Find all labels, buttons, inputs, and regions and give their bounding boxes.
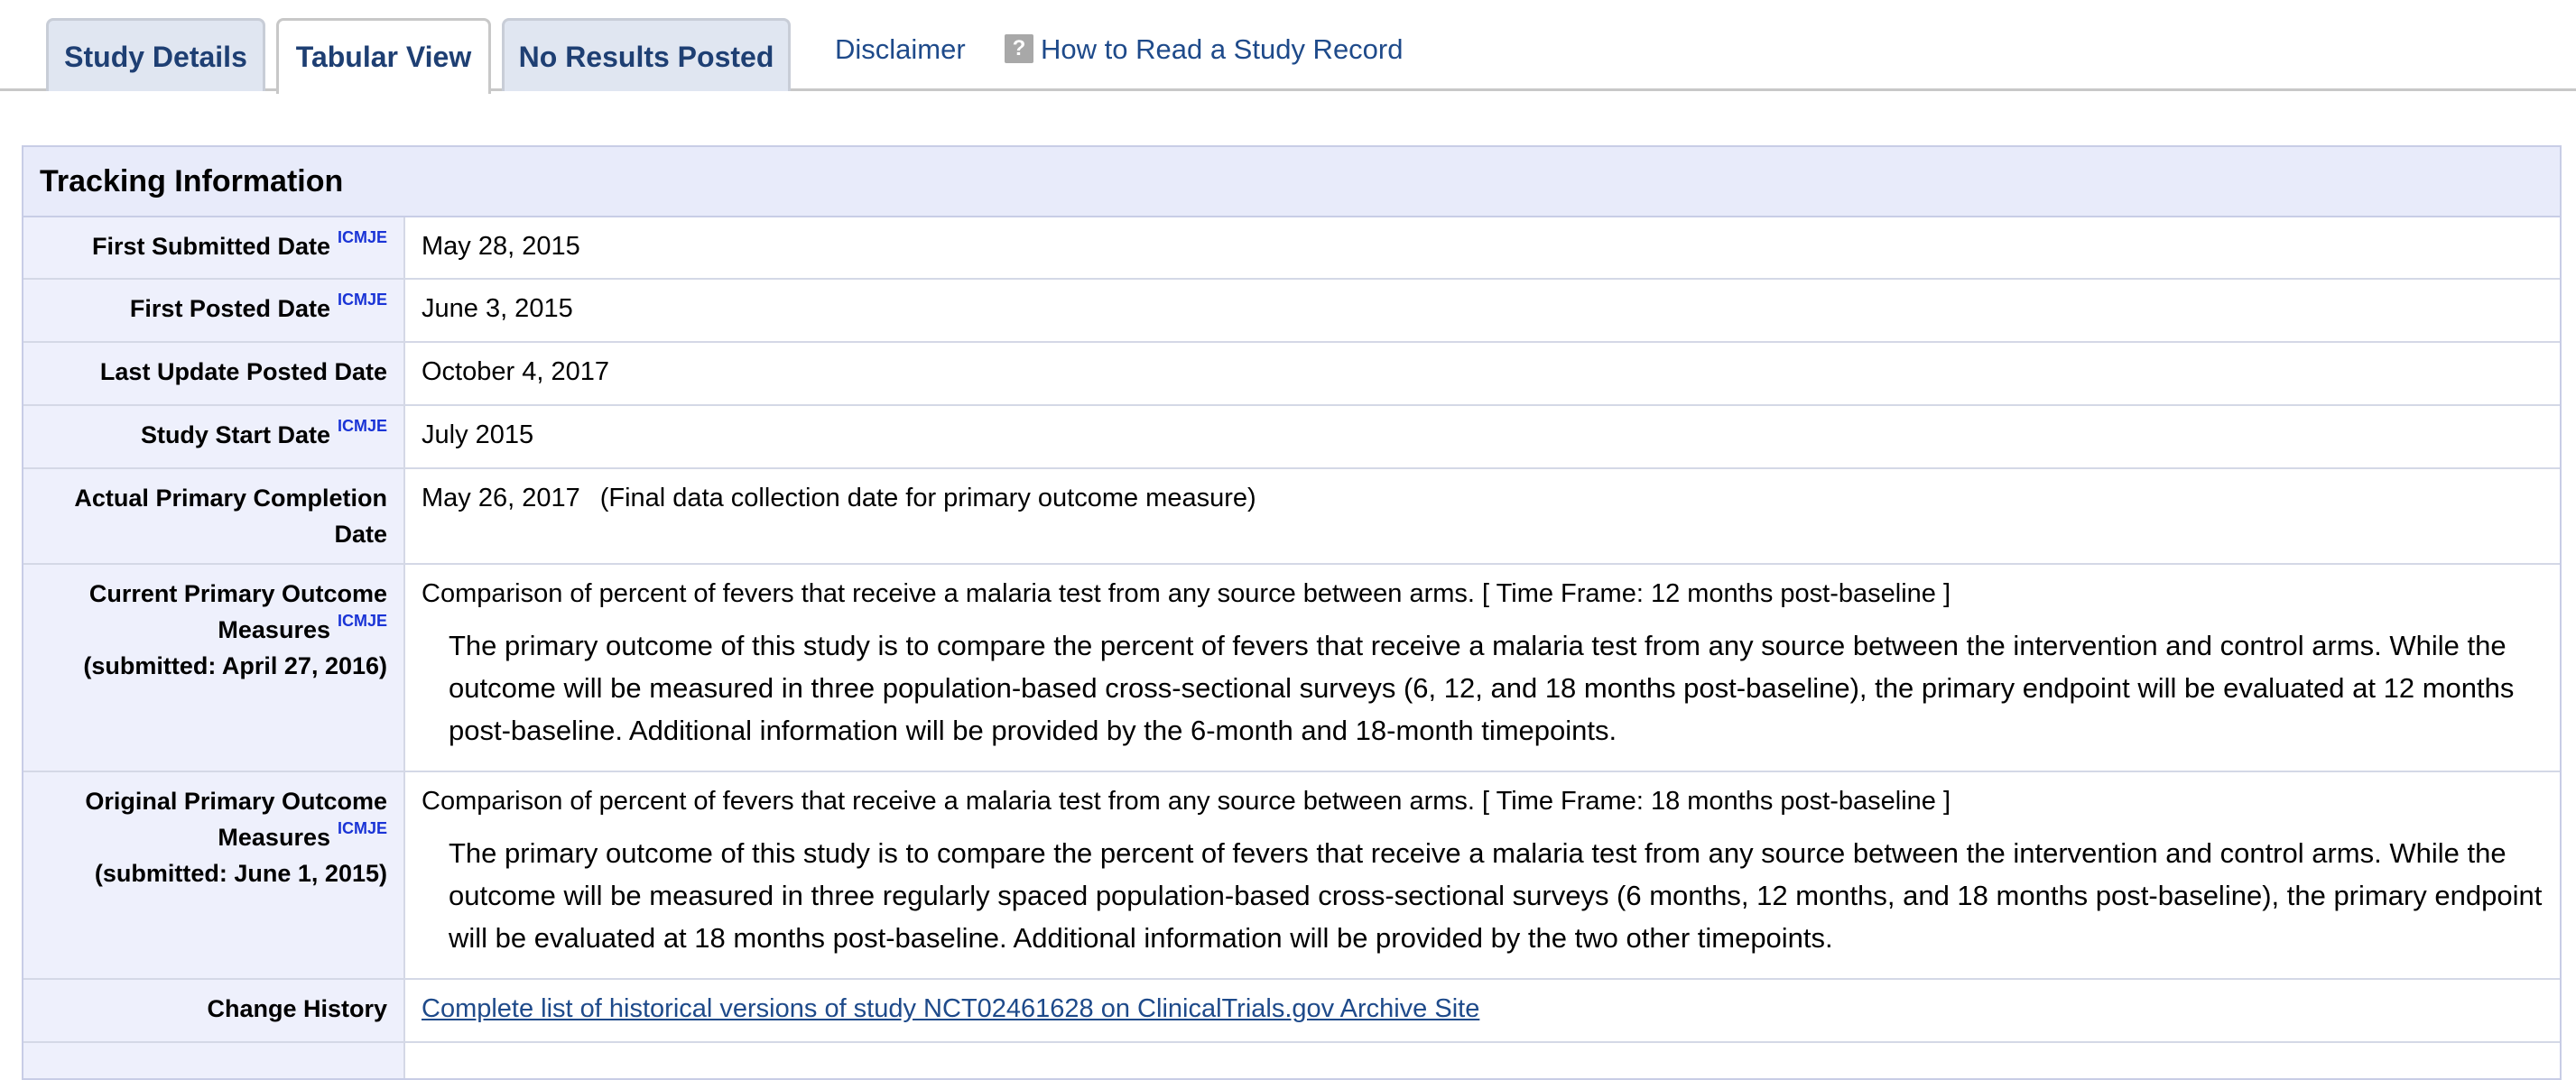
row-value: May 26, 2017 (Final data collection date … xyxy=(404,467,2560,564)
row-label: First Posted Date ICMJE xyxy=(23,278,405,342)
row-label: First Submitted Date ICMJE xyxy=(23,217,405,279)
tab-study-details[interactable]: Study Details xyxy=(46,18,265,91)
outcome-measure: Comparison of percent of fevers that rec… xyxy=(422,579,1951,608)
row-value xyxy=(404,1041,2560,1078)
outcome-measure: Comparison of percent of fevers that rec… xyxy=(422,787,1951,816)
how-to-read-link[interactable]: How to Read a Study Record xyxy=(1041,27,1404,72)
outcome-description: The primary outcome of this study is to … xyxy=(449,837,2543,954)
label-text: Change History xyxy=(207,995,387,1022)
label-text: Actual Primary Completion Date xyxy=(74,485,387,548)
row-label xyxy=(23,1041,405,1078)
help-question-icon[interactable]: ? xyxy=(1005,34,1033,63)
row-value: Comparison of percent of fevers that rec… xyxy=(404,563,2560,771)
table-row: Last Update Posted Date October 4, 2017 xyxy=(23,341,2560,405)
row-label: Current Primary Outcome Measures ICMJE (su… xyxy=(23,563,405,771)
label-text: First Submitted Date xyxy=(91,233,330,260)
tracking-information-panel: Tracking Information First Submitted Dat… xyxy=(22,145,2562,1080)
completion-note: (Final data collection date for primary … xyxy=(599,484,1256,512)
row-value: July 2015 xyxy=(404,404,2560,468)
panel-title: Tracking Information xyxy=(23,147,2560,217)
table-row: Actual Primary Completion Date May 26, 2… xyxy=(23,467,2560,564)
tracking-table: First Submitted Date ICMJE May 28, 2015 F… xyxy=(23,217,2560,1078)
row-label: Change History xyxy=(23,978,405,1042)
table-row: Study Start Date ICMJE July 2015 xyxy=(23,404,2560,468)
table-row: Current Primary Outcome Measures ICMJE (su… xyxy=(23,563,2560,771)
label-text: Study Start Date xyxy=(140,421,330,448)
table-row: Change History Complete list of historic… xyxy=(23,978,2560,1042)
icmje-badge[interactable]: ICMJE xyxy=(338,228,387,246)
submitted-note: (submitted: April 27, 2016) xyxy=(83,652,387,679)
tab-tabular-view[interactable]: Tabular View xyxy=(276,18,491,94)
tab-bar: Study Details Tabular View No Results Po… xyxy=(0,0,2576,94)
table-row: First Posted Date ICMJE June 3, 2015 xyxy=(23,278,2560,342)
row-value: Comparison of percent of fevers that rec… xyxy=(404,771,2560,979)
row-label: Original Primary Outcome Measures ICMJE (s… xyxy=(23,771,405,979)
disclaimer-link[interactable]: Disclaimer xyxy=(835,27,966,72)
label-text: First Posted Date xyxy=(129,295,330,322)
row-label: Last Update Posted Date xyxy=(23,341,405,405)
completion-date: May 26, 2017 xyxy=(422,484,580,512)
icmje-badge[interactable]: ICMJE xyxy=(338,417,387,435)
icmje-badge[interactable]: ICMJE xyxy=(338,291,387,309)
change-history-link[interactable]: Complete list of historical versions of … xyxy=(422,994,1479,1023)
table-row: Original Primary Outcome Measures ICMJE (s… xyxy=(23,771,2560,979)
table-row xyxy=(23,1041,2560,1078)
row-value: October 4, 2017 xyxy=(404,341,2560,405)
submitted-note: (submitted: June 1, 2015) xyxy=(94,860,387,887)
row-label: Study Start Date ICMJE xyxy=(23,404,405,468)
label-text: Last Update Posted Date xyxy=(99,358,387,385)
icmje-badge[interactable]: ICMJE xyxy=(338,612,387,630)
row-value: May 28, 2015 xyxy=(422,232,580,261)
tab-no-results-posted[interactable]: No Results Posted xyxy=(502,18,791,91)
row-label: Actual Primary Completion Date xyxy=(23,467,405,564)
table-row: First Submitted Date ICMJE May 28, 2015 xyxy=(23,217,2560,279)
icmje-badge[interactable]: ICMJE xyxy=(338,819,387,837)
row-value: June 3, 2015 xyxy=(404,278,2560,342)
row-value: Complete list of historical versions of … xyxy=(404,978,2560,1042)
outcome-description: The primary outcome of this study is to … xyxy=(449,630,2515,746)
